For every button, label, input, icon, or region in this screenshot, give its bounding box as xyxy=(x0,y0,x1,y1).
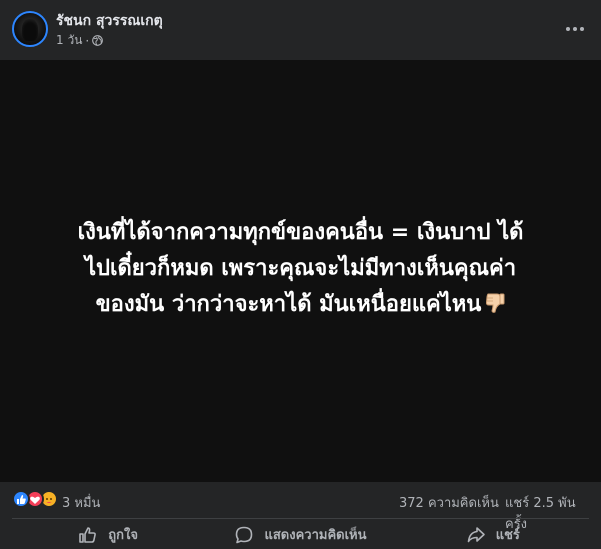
avatar[interactable] xyxy=(12,11,48,47)
post-header: รัชนก สุวรรณเกตุ 1 วัน · xyxy=(0,0,601,60)
post-image-text: เงินที่ได้จากความทุกข์ของคนอื่น = เงินบา… xyxy=(22,215,579,323)
comment-label: แสดงความคิดเห็น xyxy=(264,528,367,543)
divider xyxy=(12,518,589,519)
comment-button[interactable]: แสดงความคิดเห็น xyxy=(204,520,396,549)
avatar-silhouette xyxy=(22,19,38,41)
more-options-button[interactable] xyxy=(560,14,590,44)
reaction-icons[interactable] xyxy=(12,490,60,510)
post-text-line-2: ไปเดี๋ยวก็หมด เพราะคุณจะไม่มีทางเห็นคุณค… xyxy=(84,256,517,281)
post-text-line-3: ของมัน ว่ากว่าจะหาได้ มันเหนื่อยแค่ไหน xyxy=(95,292,482,317)
share-arrow-icon xyxy=(467,526,485,542)
post-text-line-3-wrap: ของมัน ว่ากว่าจะหาได้ มันเหนื่อยแค่ไหน xyxy=(22,287,579,323)
globe-icon xyxy=(92,35,104,46)
like-label: ถูกใจ xyxy=(108,528,139,543)
post-time[interactable]: 1 วัน xyxy=(56,31,82,50)
post-meta: 1 วัน · xyxy=(56,31,104,50)
like-button[interactable]: ถูกใจ xyxy=(12,520,204,549)
post-image[interactable]: เงินที่ได้จากความทุกข์ของคนอื่น = เงินบา… xyxy=(0,60,601,482)
comment-icon xyxy=(236,526,253,543)
post-stats: 3 หมื่น 372 ความคิดเห็น แชร์ 2.5 พัน ครั… xyxy=(0,482,601,532)
action-bar: ถูกใจ แสดงความคิดเห็น แชร์ xyxy=(12,520,589,549)
post-text-line-1: เงินที่ได้จากความทุกข์ของคนอื่น = เงินบา… xyxy=(77,220,524,245)
share-label: แชร์ xyxy=(495,528,520,543)
comment-count[interactable]: 372 ความคิดเห็น xyxy=(399,492,499,513)
share-button[interactable]: แชร์ xyxy=(397,520,589,549)
reaction-count[interactable]: 3 หมื่น xyxy=(62,492,100,513)
meta-separator: · xyxy=(85,33,90,48)
author-name[interactable]: รัชนก สุวรรณเกตุ xyxy=(56,10,163,32)
thumbs-up-icon xyxy=(79,526,97,543)
more-horizontal-icon xyxy=(566,27,584,31)
thumbs-down-emoji-icon xyxy=(486,293,505,313)
like-reaction-icon xyxy=(12,490,30,508)
